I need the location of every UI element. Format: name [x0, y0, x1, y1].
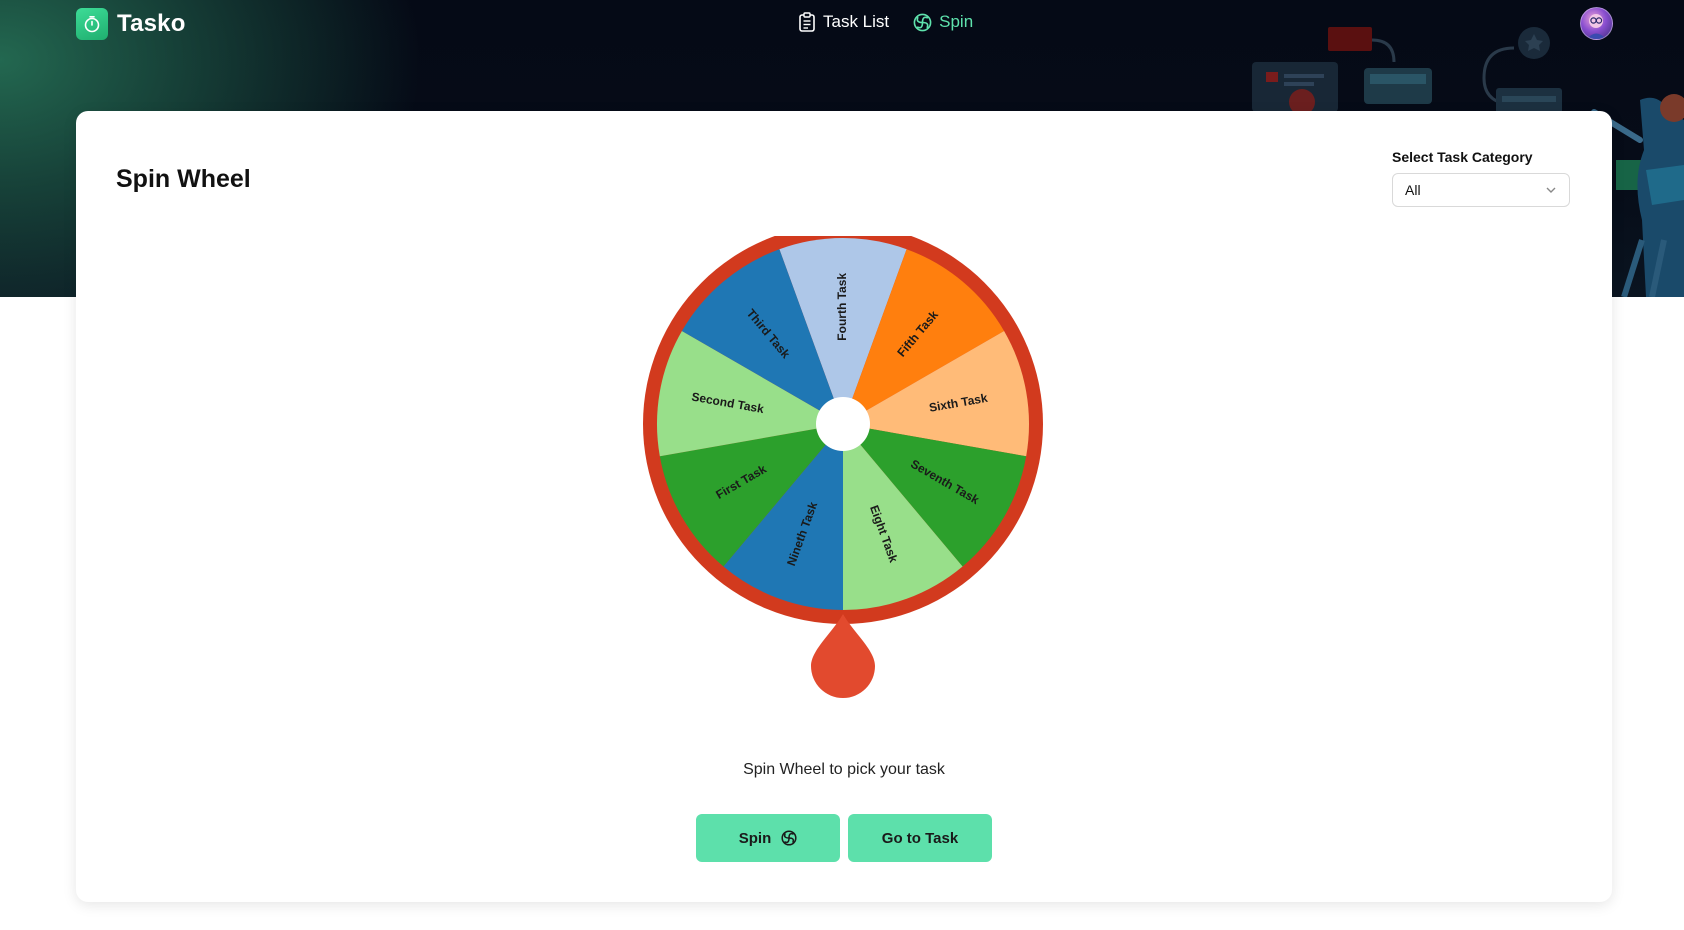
- clipboard-icon: [799, 12, 815, 32]
- spin-card: Spin Wheel Select Task Category All Four…: [76, 111, 1612, 902]
- spin-icon: [781, 830, 797, 846]
- category-label: Select Task Category: [1392, 149, 1533, 165]
- page-title: Spin Wheel: [116, 165, 251, 193]
- wheel-pointer: [811, 614, 875, 698]
- nav-spin-label: Spin: [939, 12, 974, 31]
- spin-button[interactable]: Spin: [696, 814, 840, 862]
- wheel-hub: [816, 397, 870, 451]
- nav-task-list[interactable]: Task List: [798, 12, 889, 32]
- top-navbar: Tasko Task List Spin: [0, 0, 1684, 46]
- go-to-task-button[interactable]: Go to Task: [848, 814, 992, 862]
- spin-wheel[interactable]: Fourth Task Fifth TaskSixth TaskSeventh T…: [629, 236, 1063, 736]
- nav-task-list-label: Task List: [823, 12, 890, 31]
- spin-icon: [913, 13, 932, 31]
- go-to-task-label: Go to Task: [881, 829, 959, 847]
- app-logo[interactable]: Tasko: [76, 8, 186, 40]
- wheel-segment-label: Fourth Task: [835, 273, 849, 341]
- nav-spin[interactable]: Spin: [913, 12, 973, 32]
- spin-caption: Spin Wheel to pick your task: [743, 761, 945, 778]
- category-selected-value: All: [1405, 182, 1421, 198]
- user-avatar[interactable]: [1580, 7, 1613, 40]
- category-select[interactable]: All: [1392, 173, 1570, 207]
- main-nav: Task List Spin: [798, 12, 973, 32]
- chevron-down-icon: [1545, 184, 1557, 196]
- stopwatch-icon: [76, 8, 108, 40]
- app-name: Tasko: [117, 10, 186, 37]
- spin-button-label: Spin: [738, 829, 772, 847]
